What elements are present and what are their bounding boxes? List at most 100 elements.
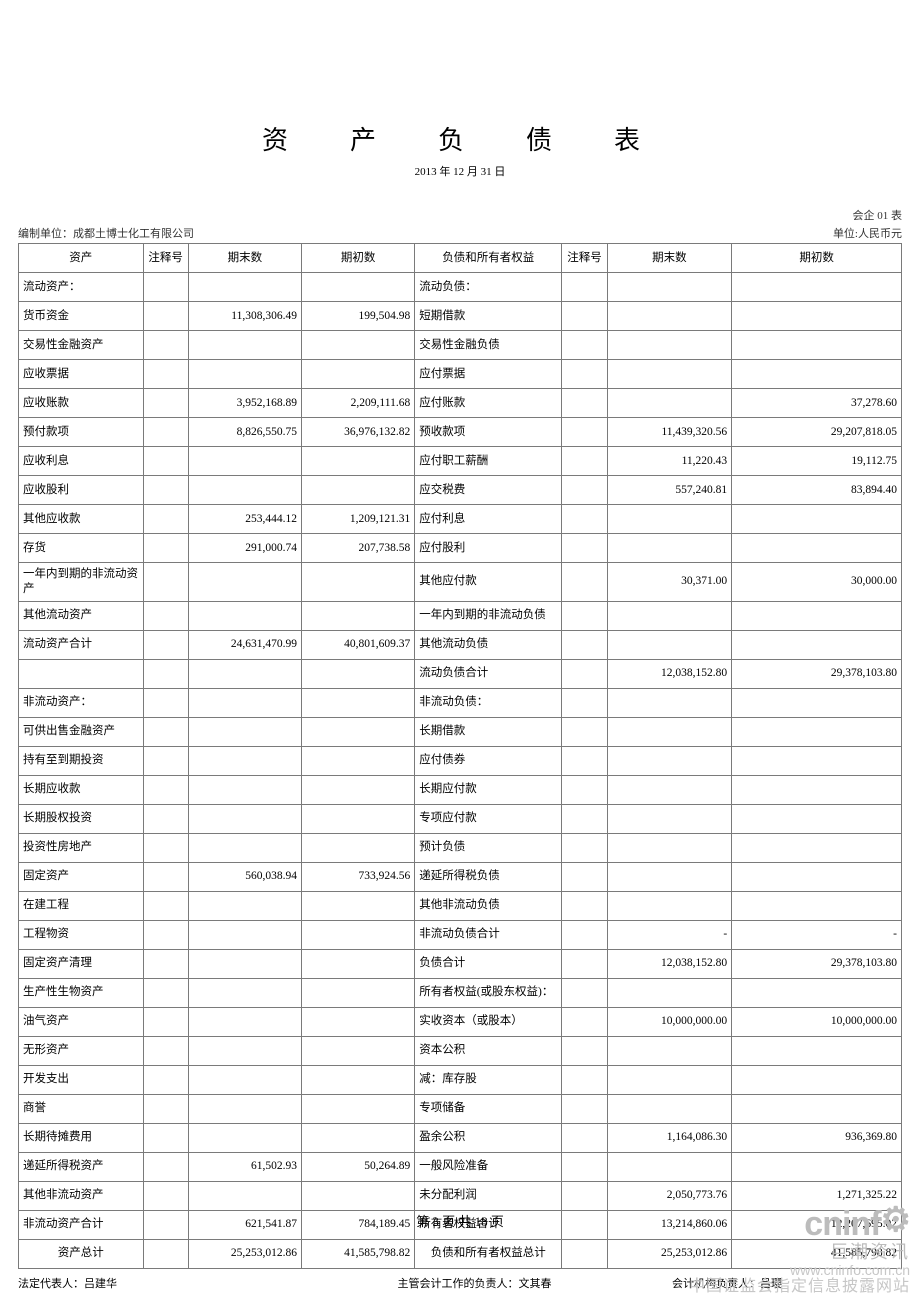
liab-label: 长期应付款 [415, 775, 562, 804]
asset-end [188, 746, 301, 775]
liab-note [562, 833, 607, 862]
liab-begin [732, 360, 902, 389]
liab-label: 递延所得税负债 [415, 862, 562, 891]
asset-end: 24,631,470.99 [188, 630, 301, 659]
asset-label: 开发支出 [19, 1065, 144, 1094]
asset-begin [302, 920, 415, 949]
asset-label: 其他流动资产 [19, 601, 144, 630]
liab-end [607, 717, 732, 746]
table-row: 固定资产560,038.94733,924.56递延所得税负债 [19, 862, 902, 891]
asset-end [188, 978, 301, 1007]
asset-begin [302, 688, 415, 717]
table-row: 递延所得税资产61,502.9350,264.89一般风险准备 [19, 1152, 902, 1181]
liab-label: 应付利息 [415, 505, 562, 534]
table-row: 存货291,000.74207,738.58应付股利 [19, 534, 902, 563]
asset-begin [302, 563, 415, 602]
asset-label: 应收股利 [19, 476, 144, 505]
asset-note [143, 389, 188, 418]
asset-total-begin: 41,585,798.82 [302, 1239, 415, 1268]
liab-total-note [562, 1239, 607, 1268]
asset-begin [302, 1094, 415, 1123]
liab-note [562, 862, 607, 891]
asset-end [188, 447, 301, 476]
asset-note [143, 1065, 188, 1094]
asset-total-note [143, 1239, 188, 1268]
asset-label: 工程物资 [19, 920, 144, 949]
liab-begin [732, 746, 902, 775]
liab-begin [732, 717, 902, 746]
liab-label: 所有者权益(或股东权益)： [415, 978, 562, 1007]
col-liab: 负债和所有者权益 [415, 244, 562, 273]
liab-note [562, 505, 607, 534]
liab-end [607, 1036, 732, 1065]
chief-accountant: 主管会计工作的负责人：文其春 [398, 1275, 552, 1291]
asset-end [188, 476, 301, 505]
watermark-url: www.cninfo.com.cn [689, 1263, 910, 1278]
asset-note [143, 331, 188, 360]
liab-end: 557,240.81 [607, 476, 732, 505]
asset-begin [302, 717, 415, 746]
asset-note [143, 833, 188, 862]
liab-label: 交易性金融负债 [415, 331, 562, 360]
asset-label: 其他非流动资产 [19, 1181, 144, 1210]
asset-end [188, 659, 301, 688]
asset-end [188, 601, 301, 630]
asset-note [143, 1007, 188, 1036]
liab-label: 资本公积 [415, 1036, 562, 1065]
asset-end [188, 1065, 301, 1094]
asset-note [143, 659, 188, 688]
table-header-row: 资产 注释号 期末数 期初数 负债和所有者权益 注释号 期末数 期初数 [19, 244, 902, 273]
liab-begin [732, 1065, 902, 1094]
table-row: 无形资产资本公积 [19, 1036, 902, 1065]
watermark-brand: cninf [804, 1205, 880, 1243]
asset-note [143, 862, 188, 891]
liab-end [607, 1152, 732, 1181]
table-row: 应收账款3,952,168.892,209,111.68应付账款37,278.6… [19, 389, 902, 418]
liab-note [562, 978, 607, 1007]
asset-begin [302, 1181, 415, 1210]
asset-begin [302, 273, 415, 302]
liab-end: 11,439,320.56 [607, 418, 732, 447]
liab-end [607, 389, 732, 418]
liab-label: 非流动负债： [415, 688, 562, 717]
asset-label: 固定资产清理 [19, 949, 144, 978]
asset-label: 油气资产 [19, 1007, 144, 1036]
liab-label: 减：库存股 [415, 1065, 562, 1094]
asset-total-label: 资产总计 [19, 1239, 144, 1268]
table-row: 长期股权投资专项应付款 [19, 804, 902, 833]
liab-begin: 37,278.60 [732, 389, 902, 418]
liab-begin [732, 891, 902, 920]
liab-label: 其他非流动负债 [415, 891, 562, 920]
liab-begin [732, 505, 902, 534]
liab-begin [732, 630, 902, 659]
asset-label: 货币资金 [19, 302, 144, 331]
asset-total-end: 25,253,012.86 [188, 1239, 301, 1268]
liab-note [562, 775, 607, 804]
liab-note [562, 1123, 607, 1152]
asset-end: 8,826,550.75 [188, 418, 301, 447]
col-note: 注释号 [143, 244, 188, 273]
liab-begin: 29,378,103.80 [732, 949, 902, 978]
asset-begin [302, 447, 415, 476]
liab-note [562, 1181, 607, 1210]
liab-label: 其他流动负债 [415, 630, 562, 659]
asset-note [143, 447, 188, 476]
asset-end [188, 1036, 301, 1065]
liab-label: 一般风险准备 [415, 1152, 562, 1181]
asset-note [143, 746, 188, 775]
liab-note [562, 447, 607, 476]
asset-begin [302, 476, 415, 505]
table-row: 货币资金11,308,306.49199,504.98短期借款 [19, 302, 902, 331]
liab-end: 12,038,152.80 [607, 949, 732, 978]
asset-begin [302, 1007, 415, 1036]
liab-note [562, 273, 607, 302]
watermark-cn: 巨潮资讯 [689, 1243, 910, 1263]
liab-note [562, 601, 607, 630]
liab-begin [732, 775, 902, 804]
liab-begin [732, 978, 902, 1007]
liab-end [607, 630, 732, 659]
liab-label: 应付账款 [415, 389, 562, 418]
asset-end [188, 920, 301, 949]
liab-note [562, 1007, 607, 1036]
table-row: 可供出售金融资产长期借款 [19, 717, 902, 746]
